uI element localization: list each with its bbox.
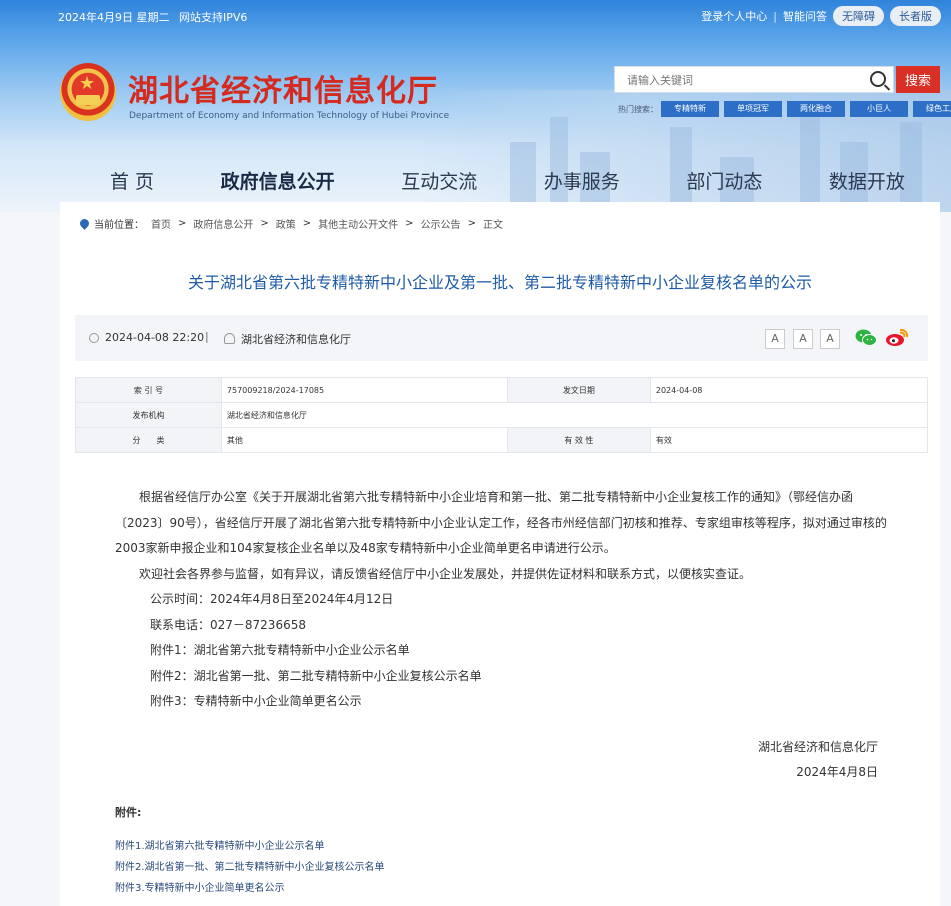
hot-search-label: 热门搜索：: [618, 105, 658, 114]
publisher-value: 湖北省经济和信息化厅: [220, 402, 929, 428]
category-label: 分 类: [75, 427, 222, 453]
search-input[interactable]: [615, 67, 869, 94]
announcement-period: 公示时间：2024年4月8日至2024年4月12日: [150, 592, 394, 606]
breadcrumb-separator: >: [467, 218, 476, 229]
index-number-value: 757009218/2024-17085: [220, 377, 508, 403]
breadcrumb-separator: >: [302, 218, 312, 229]
breadcrumb-policy[interactable]: 政策: [276, 216, 296, 231]
breadcrumb-separator: >: [178, 218, 187, 229]
signature-date: 2024年4月8日: [796, 765, 878, 779]
breadcrumb-separator: >: [405, 218, 414, 229]
table-row: 分 类 其他 有 效 性 有效: [75, 427, 929, 453]
meta-divider: |: [205, 330, 209, 343]
main-nav: 首 页 政府信息公开 互动交流 办事服务 部门动态 数据开放: [60, 158, 940, 202]
publish-date: 2024-04-08 22:20: [105, 331, 205, 344]
signature-organization: 湖北省经济和信息化厅: [757, 740, 878, 754]
weibo-share-icon[interactable]: [885, 327, 909, 347]
hot-tag-champion[interactable]: 单项冠军: [724, 101, 782, 117]
hot-tag-integration[interactable]: 两化融合: [787, 101, 845, 117]
issue-date-label: 发文日期: [506, 377, 651, 403]
issue-date-value: 2024-04-08: [649, 377, 929, 403]
article-body: 根据省经信厅办公室《关于开展湖北省第六批专精特新中小企业培育和第一批、第二批专精…: [115, 485, 890, 715]
breadcrumb-current: 正文: [482, 220, 503, 231]
attachment-link-2[interactable]: 附件2.湖北省第一批、第二批专精特新中小企业复核公示名单: [115, 857, 385, 878]
hot-tag-specialized[interactable]: 专精特新: [661, 101, 719, 117]
clock-icon: [89, 333, 99, 343]
site-title[interactable]: 湖北省经济和信息化厅: [128, 66, 438, 110]
nav-gov-info[interactable]: 政府信息公开: [221, 167, 335, 194]
login-link[interactable]: 登录个人中心: [701, 8, 767, 24]
article-meta-bar: 2024-04-08 22:20 | 湖北省经济和信息化厅 A A A: [75, 315, 928, 361]
nav-home[interactable]: 首 页: [110, 167, 154, 194]
breadcrumb-announcements[interactable]: 公示公告: [421, 216, 461, 231]
font-size-large-button[interactable]: A: [765, 329, 785, 349]
accessibility-button[interactable]: 无障碍: [833, 6, 884, 26]
validity-value: 有效: [649, 427, 929, 453]
body-paragraph: 欢迎社会各界参与监督，如有异议，请反馈省经信厅中小企业发展处，并提供佐证材料和联…: [139, 566, 752, 581]
search-icon[interactable]: [870, 71, 886, 87]
breadcrumb-other-files[interactable]: 其他主动公开文件: [318, 216, 398, 231]
nav-interaction[interactable]: 互动交流: [401, 167, 477, 194]
attachment-mention-1: 附件1：湖北省第六批专精特新中小企业公示名单: [150, 643, 410, 657]
current-date: 2024年4月9日 星期二: [58, 11, 170, 24]
category-value: 其他: [220, 427, 508, 453]
font-size-medium-button[interactable]: A: [793, 329, 813, 349]
search-box: [614, 66, 894, 94]
user-icon: [224, 333, 235, 344]
smart-qa-link[interactable]: 智能问答: [783, 8, 827, 24]
breadcrumb: 当前位置： 首页 > 政府信息公开 > 政策 > 其他主动公开文件 > 公示公告…: [78, 216, 510, 231]
article-title: 关于湖北省第六批专精特新中小企业及第一批、第二批专精特新中小企业复核名单的公示: [187, 273, 812, 292]
attachment-mention-3: 附件3：专精特新中小企业简单更名公示: [150, 694, 362, 708]
article-source: 湖北省经济和信息化厅: [241, 333, 351, 346]
article-container: 当前位置： 首页 > 政府信息公开 > 政策 > 其他主动公开文件 > 公示公告…: [60, 202, 940, 906]
attachment-link-3[interactable]: 附件3.专精特新中小企业简单更名公示: [115, 878, 385, 899]
breadcrumb-gov-info[interactable]: 政府信息公开: [193, 216, 253, 231]
index-number-label: 索 引 号: [75, 377, 222, 403]
hot-search-tags: 专精特新 单项冠军 两化融合 小巨人 绿色工厂: [661, 101, 951, 117]
breadcrumb-separator: >: [260, 218, 269, 229]
elderly-mode-button[interactable]: 长者版: [890, 6, 941, 26]
attachments-heading: 附件:: [115, 806, 142, 819]
hot-tag-green-factory[interactable]: 绿色工厂: [913, 101, 951, 117]
attachment-link-1[interactable]: 附件1.湖北省第六批专精特新中小企业公示名单: [115, 836, 385, 857]
document-info-table: 索 引 号 757009218/2024-17085 发文日期 2024-04-…: [75, 377, 929, 453]
validity-label: 有 效 性: [506, 427, 651, 453]
body-paragraph: 根据省经信厅办公室《关于开展湖北省第六批专精特新中小企业培育和第一批、第二批专精…: [115, 490, 887, 555]
topbar-separator: |: [773, 9, 777, 23]
attachment-mention-2: 附件2：湖北省第一批、第二批专精特新中小企业复核公示名单: [150, 668, 482, 683]
topbar-links: 登录个人中心 | 智能问答 无障碍 长者版: [701, 6, 941, 26]
site-subtitle: Department of Economy and Information Te…: [129, 111, 450, 121]
font-size-small-button[interactable]: A: [820, 329, 840, 349]
breadcrumb-home[interactable]: 首页: [151, 216, 171, 231]
signature-block: 湖北省经济和信息化厅 2024年4月8日: [758, 735, 878, 785]
topbar-date-info: 2024年4月9日 星期二 网站支持IPV6: [58, 9, 253, 25]
search-button[interactable]: 搜索: [896, 66, 940, 93]
contact-phone: 联系电话：027－87236658: [150, 617, 306, 632]
wechat-share-icon[interactable]: [855, 328, 877, 347]
location-pin-icon: [78, 217, 91, 230]
table-row: 索 引 号 757009218/2024-17085 发文日期 2024-04-…: [75, 377, 929, 403]
hot-tag-little-giant[interactable]: 小巨人: [850, 101, 908, 117]
breadcrumb-label: 当前位置：: [94, 220, 144, 231]
publisher-label: 发布机构: [75, 402, 222, 428]
table-row: 发布机构 湖北省经济和信息化厅: [75, 402, 929, 428]
national-emblem-logo: ★: [60, 63, 116, 121]
nav-dept-news[interactable]: 部门动态: [686, 167, 762, 194]
attachments-list: 附件1.湖北省第六批专精特新中小企业公示名单 附件2.湖北省第一批、第二批专精特…: [115, 836, 385, 899]
ipv6-notice: 网站支持IPV6: [179, 11, 248, 24]
nav-services[interactable]: 办事服务: [544, 167, 620, 194]
nav-open-data[interactable]: 数据开放: [829, 167, 905, 194]
